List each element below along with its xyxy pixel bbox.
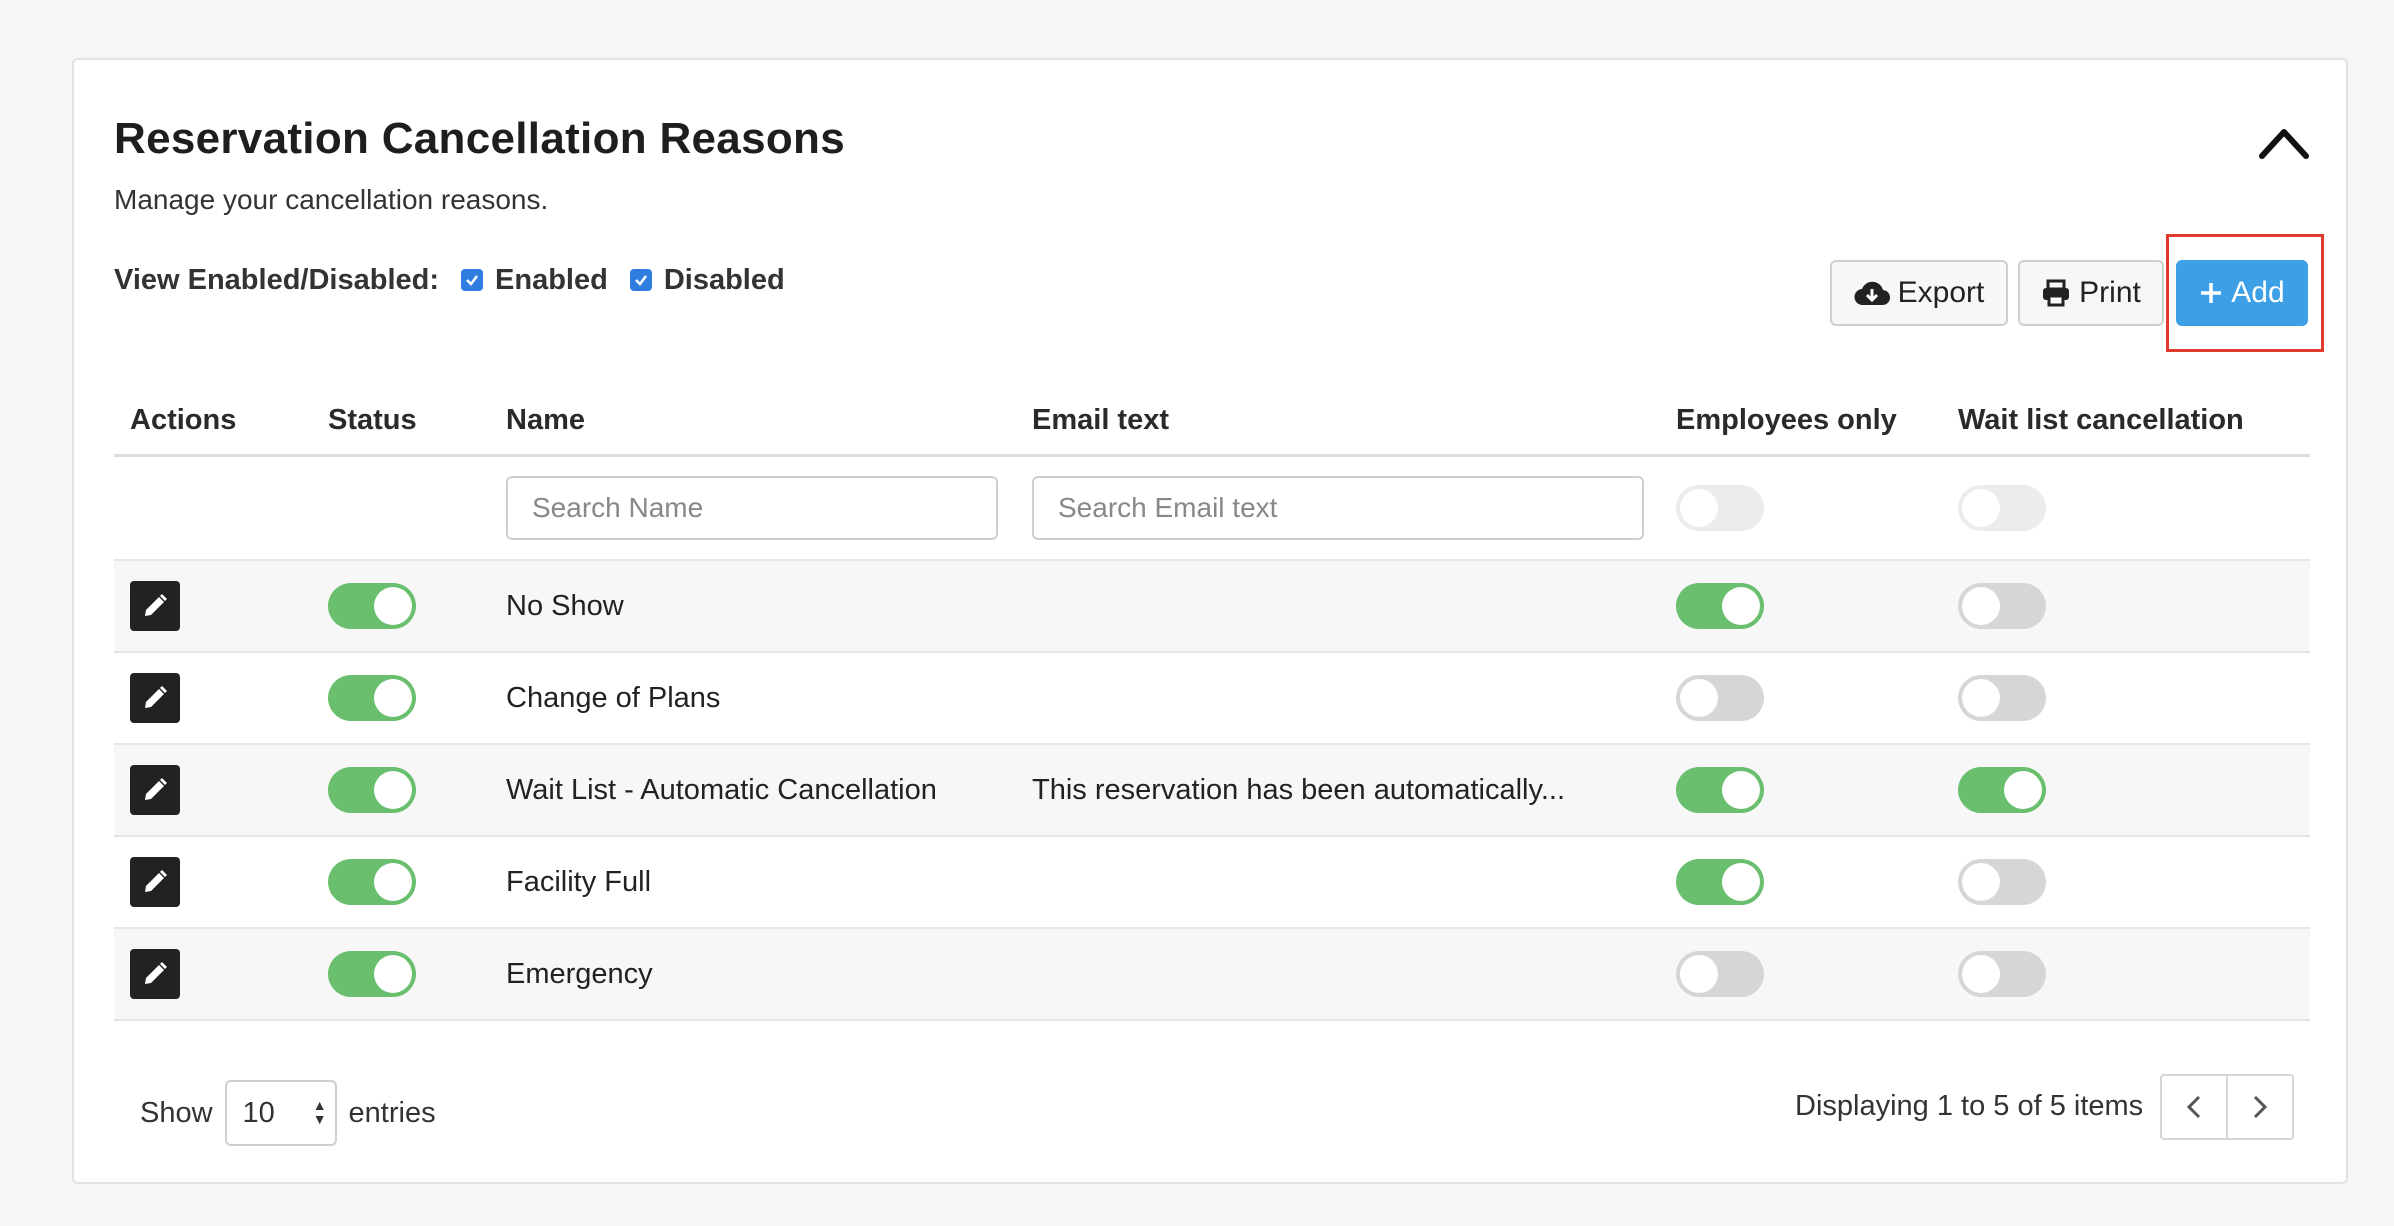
printer-icon — [2043, 279, 2070, 307]
reason-email-text — [1032, 560, 1676, 653]
add-button-highlight — [2166, 234, 2324, 352]
pagination-info: Displaying 1 to 5 of 5 items — [1795, 1090, 2144, 1122]
reason-name: Wait List - Automatic Cancellation — [506, 744, 1032, 837]
column-header-email-text[interactable]: Email text — [1032, 386, 1676, 457]
column-header-status[interactable]: Status — [328, 386, 506, 457]
employees-only-filter-toggle[interactable] — [1676, 485, 1764, 531]
show-label: Show — [140, 1096, 213, 1129]
page-size-control: Show 10 ▲ ▼ entries — [140, 1080, 436, 1146]
pencil-icon — [145, 594, 167, 616]
select-arrows-icon: ▲ ▼ — [312, 1097, 327, 1127]
reason-email-text — [1032, 928, 1676, 1021]
reason-email-text: This reservation has been automatically.… — [1032, 744, 1676, 837]
export-button[interactable]: Export — [1830, 260, 2008, 326]
column-header-employees-only[interactable]: Employees only — [1676, 386, 1958, 457]
view-filter-label: View Enabled/Disabled: — [114, 263, 440, 296]
page-size-value: 10 — [242, 1096, 275, 1129]
edit-button[interactable] — [130, 673, 180, 723]
disabled-checkbox[interactable] — [629, 269, 652, 291]
table-row: Emergency — [114, 928, 2310, 1021]
pencil-icon — [145, 686, 167, 708]
previous-page-button[interactable] — [2162, 1076, 2228, 1138]
table-row: Facility Full — [114, 836, 2310, 929]
page-subtitle: Manage your cancellation reasons. — [114, 184, 549, 215]
status-toggle[interactable] — [328, 859, 416, 905]
reason-name: No Show — [506, 560, 1032, 653]
column-header-actions[interactable]: Actions — [114, 386, 328, 457]
cloud-download-icon — [1854, 281, 1890, 306]
page-size-select[interactable]: 10 ▲ ▼ — [224, 1080, 337, 1146]
column-header-name[interactable]: Name — [506, 386, 1032, 457]
pencil-icon — [145, 778, 167, 800]
enabled-checkbox[interactable] — [461, 269, 484, 291]
pencil-icon — [145, 870, 167, 892]
chevron-right-icon — [2253, 1095, 2268, 1119]
reason-name: Emergency — [506, 928, 1032, 1021]
search-row — [114, 455, 2310, 561]
edit-button[interactable] — [130, 581, 180, 631]
employees-only-toggle[interactable] — [1676, 951, 1764, 997]
view-filter: View Enabled/Disabled: Enabled Disabled — [114, 262, 785, 298]
employees-only-toggle[interactable] — [1676, 859, 1764, 905]
wait-list-toggle[interactable] — [1958, 583, 2046, 629]
table-row: Wait List - Automatic Cancellation This r… — [114, 744, 2310, 837]
table-row: Change of Plans — [114, 652, 2310, 745]
edit-button[interactable] — [130, 949, 180, 999]
chevron-up-icon[interactable] — [2258, 122, 2310, 162]
wait-list-toggle[interactable] — [1958, 767, 2046, 813]
next-page-button[interactable] — [2228, 1076, 2292, 1138]
pencil-icon — [145, 962, 167, 984]
wait-list-toggle[interactable] — [1958, 675, 2046, 721]
wait-list-toggle[interactable] — [1958, 859, 2046, 905]
status-toggle[interactable] — [328, 583, 416, 629]
cancellation-reasons-table: Actions Status Name Email text Employees… — [114, 386, 2310, 1021]
search-email-input[interactable] — [1032, 476, 1644, 540]
status-toggle[interactable] — [328, 767, 416, 813]
reason-email-text — [1032, 836, 1676, 929]
entries-label: entries — [348, 1096, 436, 1129]
chevron-left-icon — [2186, 1095, 2201, 1119]
print-button[interactable]: Print — [2018, 260, 2164, 326]
edit-button[interactable] — [130, 765, 180, 815]
wait-list-toggle[interactable] — [1958, 951, 2046, 997]
table-row: No Show — [114, 560, 2310, 653]
enabled-checkbox-label[interactable]: Enabled — [495, 264, 608, 297]
employees-only-toggle[interactable] — [1676, 675, 1764, 721]
column-header-wait-list[interactable]: Wait list cancellation — [1958, 386, 2310, 457]
pagination-controls — [2160, 1074, 2294, 1140]
export-button-label: Export — [1897, 276, 1985, 309]
status-toggle[interactable] — [328, 951, 416, 997]
reason-name: Change of Plans — [506, 652, 1032, 745]
employees-only-toggle[interactable] — [1676, 583, 1764, 629]
reason-email-text — [1032, 652, 1676, 745]
page-title: Reservation Cancellation Reasons — [114, 114, 845, 163]
edit-button[interactable] — [130, 857, 180, 907]
disabled-checkbox-label[interactable]: Disabled — [664, 264, 785, 297]
wait-list-filter-toggle[interactable] — [1958, 485, 2046, 531]
reason-name: Facility Full — [506, 836, 1032, 929]
status-toggle[interactable] — [328, 675, 416, 721]
employees-only-toggle[interactable] — [1676, 767, 1764, 813]
print-button-label: Print — [2079, 276, 2141, 309]
search-name-input[interactable] — [506, 476, 998, 540]
